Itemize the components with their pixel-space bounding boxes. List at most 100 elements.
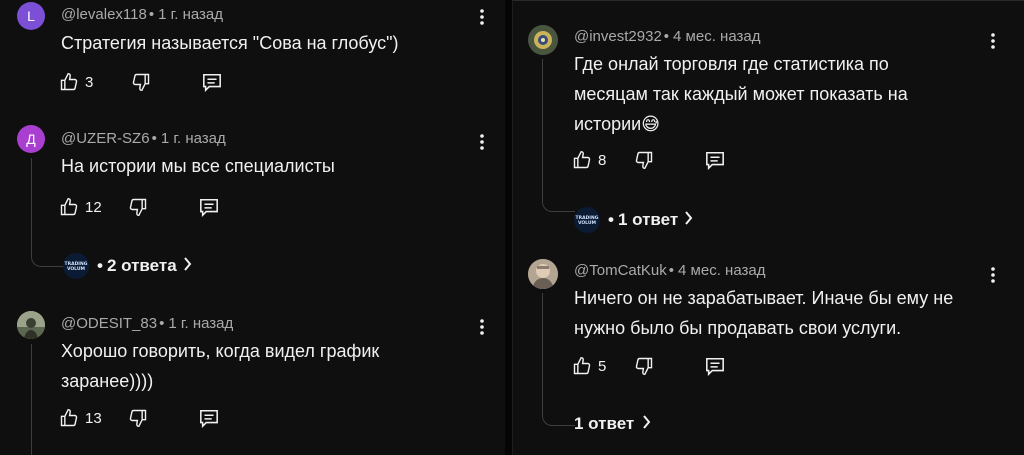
chevron-right-icon (684, 210, 693, 230)
avatar[interactable]: L (17, 2, 45, 30)
comment-text: Стратегия называется "Сова на глобус") (61, 28, 399, 58)
dislike-button[interactable] (128, 197, 148, 217)
reply-icon (198, 408, 220, 428)
avatar-photo (528, 259, 558, 289)
like-count: 12 (85, 198, 102, 216)
thumbs-up-icon (59, 72, 79, 92)
reply-author-avatar: TRADING VOLUM (63, 253, 89, 279)
thumbs-down-icon (634, 356, 654, 376)
panel-separator (505, 0, 512, 455)
comment-text-line: На истории мы все специалисты (61, 156, 335, 176)
comment-text-line: заранее)))) (61, 371, 154, 391)
svg-text:VOLUM: VOLUM (67, 266, 86, 272)
avatar-letter: Д (26, 131, 36, 147)
comment-meta: @UZER-SZ6 • 1 г. назад (61, 130, 226, 147)
like-count: 5 (598, 357, 607, 375)
like-button[interactable]: 12 (59, 197, 102, 217)
dislike-button[interactable] (634, 150, 654, 170)
meta-separator: • (97, 256, 103, 275)
comment-author[interactable]: @levalex118 (61, 6, 147, 23)
comment-time[interactable]: 1 г. назад (158, 6, 223, 23)
comment-actions: 13 (59, 404, 220, 432)
comment-text: Где онлай торговля где статистика по мес… (574, 49, 908, 139)
thumbs-up-icon (59, 408, 79, 428)
comment-text-line: месяцам так каждый может показать на (574, 84, 908, 104)
comment-meta: @ODESIT_83 • 1 г. назад (61, 315, 233, 332)
thread-line (542, 59, 575, 212)
comment-time[interactable]: 1 г. назад (161, 130, 226, 147)
thread-line (542, 293, 575, 426)
like-count: 3 (85, 73, 94, 91)
like-button[interactable]: 5 (572, 356, 606, 376)
comment-text-line: Где онлай торговля где статистика по (574, 54, 889, 74)
comment-meta: @levalex118 • 1 г. назад (61, 6, 223, 23)
thumbs-down-icon (634, 150, 654, 170)
comment-meta: @invest2932 • 4 мес. назад (574, 28, 760, 45)
thumbs-down-icon (128, 197, 148, 217)
kebab-menu-icon[interactable] (983, 31, 1003, 51)
reply-button[interactable] (198, 408, 220, 428)
avatar-photo (17, 311, 45, 339)
like-count: 13 (85, 409, 102, 427)
comment-author[interactable]: @UZER-SZ6 (61, 130, 150, 147)
thumbs-up-icon (572, 356, 592, 376)
thread-line (31, 158, 64, 267)
comment-actions: 12 (59, 193, 220, 221)
reply-button[interactable] (201, 72, 223, 92)
avatar[interactable] (528, 25, 558, 55)
avatar-letter: L (27, 8, 35, 24)
comment-author[interactable]: @TomCatKuk (574, 262, 667, 279)
reply-button[interactable] (704, 150, 726, 170)
reply-icon (704, 356, 726, 376)
dislike-button[interactable] (131, 72, 151, 92)
comment-text-line: Хорошо говорить, когда видел график (61, 341, 380, 361)
dislike-button[interactable] (128, 408, 148, 428)
replies-label: 1 ответ (574, 414, 635, 433)
view-replies-button[interactable]: TRADING VOLUM • 1 ответ (574, 207, 693, 233)
reply-button[interactable] (198, 197, 220, 217)
comment-author[interactable]: @ODESIT_83 (61, 315, 157, 332)
like-button[interactable]: 13 (59, 408, 102, 428)
thumbs-down-icon (131, 72, 151, 92)
replies-label: 1 ответ (617, 210, 679, 229)
view-replies-button[interactable]: 1 ответ (574, 414, 651, 434)
comment-meta: @TomCatKuk • 4 мес. назад (574, 262, 765, 279)
comment-time[interactable]: 4 мес. назад (678, 262, 765, 279)
comment-time[interactable]: 4 мес. назад (673, 28, 760, 45)
thumbs-up-icon (572, 150, 592, 170)
avatar[interactable]: Д (17, 125, 45, 153)
reply-author-avatar: TRADING VOLUM (574, 207, 600, 233)
replies-label: 2 ответа (106, 256, 177, 275)
kebab-menu-icon[interactable] (472, 317, 492, 337)
kebab-menu-icon[interactable] (472, 132, 492, 152)
view-replies-button[interactable]: TRADING VOLUM • 2 ответа (63, 253, 192, 279)
dislike-button[interactable] (634, 356, 654, 376)
comment-author[interactable]: @invest2932 (574, 28, 662, 45)
meta-separator: • (668, 262, 675, 279)
avatar[interactable] (528, 259, 558, 289)
comment-text: Хорошо говорить, когда видел график зара… (61, 336, 379, 396)
reply-icon (198, 197, 220, 217)
comment-actions: 3 (59, 68, 223, 96)
comment-text: На истории мы все специалисты (61, 151, 335, 181)
comment-text-line: Стратегия называется "Сова на глобус") (61, 33, 399, 53)
meta-separator: • (151, 130, 157, 147)
comment-text-line: истории😅 (574, 114, 660, 134)
thread-line (31, 344, 32, 455)
avatar[interactable] (17, 311, 45, 339)
meta-separator: • (148, 6, 155, 23)
right-comments-panel: @invest2932 • 4 мес. назад Где онлай торго… (512, 0, 1024, 455)
kebab-menu-icon[interactable] (472, 7, 492, 27)
comment-text-line: нужно было бы продавать свои услуги. (574, 318, 902, 338)
comment-actions: 8 (572, 146, 726, 174)
like-button[interactable]: 3 (59, 72, 93, 92)
comment-actions: 5 (572, 352, 726, 380)
comment-text-line: Ничего он не зарабатывает. Иначе бы ему … (574, 288, 954, 308)
meta-separator: • (159, 315, 165, 332)
kebab-menu-icon[interactable] (983, 265, 1003, 285)
comment-text: Ничего он не зарабатывает. Иначе бы ему … (574, 283, 953, 343)
meta-separator: • (663, 28, 670, 45)
like-button[interactable]: 8 (572, 150, 606, 170)
reply-button[interactable] (704, 356, 726, 376)
comment-time[interactable]: 1 г. назад (168, 315, 233, 332)
